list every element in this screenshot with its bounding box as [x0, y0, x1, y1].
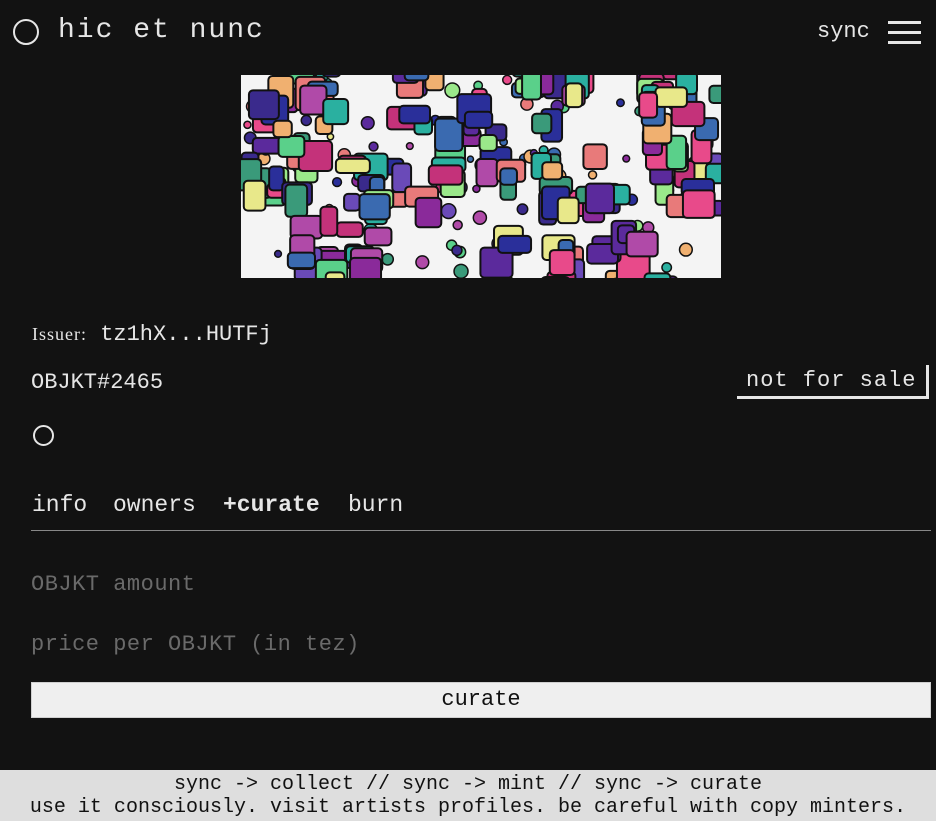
sync-link[interactable]: sync [817, 19, 870, 44]
artwork-canvas [241, 75, 721, 278]
curate-button[interactable]: curate [31, 682, 931, 718]
tab-burn[interactable]: burn [348, 492, 403, 518]
menu-bar [888, 31, 921, 34]
tab-curate[interactable]: +curate [223, 492, 320, 518]
footer-notice: sync -> collect // sync -> mint // sync … [0, 770, 936, 821]
issuer-label: Issuer: [32, 324, 87, 344]
artwork-image [241, 75, 721, 278]
sale-status-badge: not for sale [737, 365, 929, 399]
issuer-row: Issuer: tz1hX...HUTFj [32, 322, 272, 347]
tab-owners[interactable]: owners [113, 492, 196, 518]
footer-line-2: use it consciously. visit artists profil… [29, 796, 907, 819]
hamburger-menu-icon[interactable] [888, 21, 921, 45]
price-per-objkt-input[interactable] [31, 628, 930, 660]
menu-bar [888, 41, 921, 44]
tab-divider [31, 530, 931, 531]
site-title[interactable]: hic et nunc [58, 15, 265, 46]
objkt-id: OBJKT#2465 [31, 370, 164, 395]
issuer-address[interactable]: tz1hX...HUTFj [100, 322, 272, 347]
header: hic et nunc sync [0, 0, 936, 70]
circle-icon [33, 425, 54, 446]
menu-bar [888, 21, 921, 24]
objkt-amount-input[interactable] [31, 568, 930, 600]
tab-info[interactable]: info [32, 492, 87, 518]
circle-logo-icon[interactable] [13, 19, 39, 45]
footer-line-1: sync -> collect // sync -> mint // sync … [173, 773, 763, 796]
